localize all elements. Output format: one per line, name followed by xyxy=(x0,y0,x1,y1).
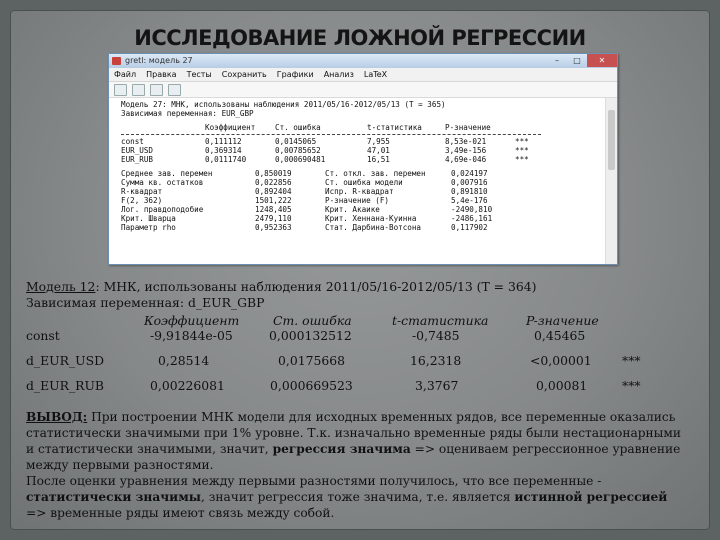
stat-row: Лог. правдоподобие 1248,405 Крит. Акаике -2… xyxy=(121,205,493,214)
window-menubar: Файл Правка Тесты Сохранить Графики Анал… xyxy=(109,68,617,82)
stat-row: Сумма кв. остатков 0,022856 Ст. ошибка мод… xyxy=(121,178,488,187)
output-header-2: Зависимая переменная: EUR_GBP xyxy=(121,109,254,118)
menu-item-edit[interactable]: Правка xyxy=(146,68,176,81)
window-titlebar[interactable]: gretl: модель 27 – □ ✕ xyxy=(109,54,617,68)
menu-item-file[interactable]: Файл xyxy=(114,68,136,81)
header-se: Ст. ошибка xyxy=(273,313,352,328)
stat-row: Параметр rho 0,952363 Стат. Дарбина-Вотсон… xyxy=(121,223,488,232)
header-t: t-статистика xyxy=(392,313,489,328)
table-row: d_EUR_USD 0,28514 0,0175668 16,2318 <0,0… xyxy=(26,353,641,368)
model-label: Модель 12 xyxy=(26,279,96,294)
stat-row: F(2, 362) 1501,222 Р-значение (F) 5,4e-176 xyxy=(121,196,488,205)
menu-item-latex[interactable]: LaTeX xyxy=(364,68,387,81)
menu-item-save[interactable]: Сохранить xyxy=(222,68,267,81)
conclusion-text: ВЫВОД: При построении МНК модели для исх… xyxy=(26,409,681,521)
header-coef: Коэффициент xyxy=(144,313,240,328)
print-icon[interactable] xyxy=(132,83,145,96)
stat-row: Среднее зав. перемен 0,850019 Ст. откл. за… xyxy=(121,169,488,178)
header-p: P-значение xyxy=(526,313,599,328)
model-method: МНК, использованы наблюдения 2011/05/16-… xyxy=(99,279,537,294)
minimize-icon[interactable]: – xyxy=(547,54,567,67)
window-title: gretl: модель 27 xyxy=(125,56,193,65)
dependent-variable: Зависимая переменная: d_EUR_GBP xyxy=(26,295,265,310)
conclusion-paragraph-2: После оценки уравнения между первыми раз… xyxy=(26,474,668,520)
output-header-1: Модель 27: МНК, использованы наблюдения … xyxy=(121,100,446,109)
model-line: Модель 12: МНК, использованы наблюдения … xyxy=(26,279,537,294)
window-toolbar xyxy=(109,82,617,98)
scrollbar-thumb[interactable] xyxy=(608,110,615,170)
coef-row: const 0,111112 0,0145065 7,955 8,53e-021 *** xyxy=(121,137,529,146)
model-output-text: Модель 27: МНК, использованы наблюдения … xyxy=(109,98,605,264)
model-description: Модель 12: МНК, использованы наблюдения … xyxy=(26,279,686,311)
coef-row: EUR_RUB 0,0111740 0,000690481 16,51 4,69e-04… xyxy=(121,155,529,164)
slide-title: ИССЛЕДОВАНИЕ ЛОЖНОЙ РЕГРЕССИИ xyxy=(134,26,586,50)
coef-row: EUR_USD 0,369314 0,00785652 47,01 3,49e-156 *… xyxy=(121,146,529,155)
coef-header-row: Коэффициент Ст. ошибка t-статистика P-зн… xyxy=(205,123,491,132)
conclusion-paragraph-1: ВЫВОД: При построении МНК модели для исх… xyxy=(26,410,681,472)
copy-icon[interactable] xyxy=(150,83,163,96)
gretl-output-window: gretl: модель 27 – □ ✕ Файл Правка Тесты… xyxy=(108,53,618,265)
save-icon[interactable] xyxy=(114,83,127,96)
close-icon[interactable]: ✕ xyxy=(587,54,617,67)
app-icon xyxy=(112,57,121,65)
stat-row: Крит. Шварца 2479,110 Крит. Хеннана-Куинна… xyxy=(121,214,493,223)
menu-item-analysis[interactable]: Анализ xyxy=(324,68,354,81)
stat-row: R-квадрат 0,892404 Испр. R-квадрат 0,891810 xyxy=(121,187,488,196)
separator-line xyxy=(121,134,541,135)
maximize-icon[interactable]: □ xyxy=(567,54,587,67)
menu-item-graphs[interactable]: Графики xyxy=(277,68,314,81)
table-row: const -9,91844e-05 0,000132512 -0,7485 0… xyxy=(26,328,586,343)
vertical-scrollbar[interactable] xyxy=(605,98,617,264)
find-icon[interactable] xyxy=(168,83,181,96)
conclusion-label: ВЫВОД: xyxy=(26,410,88,424)
menu-item-tests[interactable]: Тесты xyxy=(187,68,212,81)
table-row: d_EUR_RUB 0,00226081 0,000669523 3,3767 … xyxy=(26,378,641,393)
